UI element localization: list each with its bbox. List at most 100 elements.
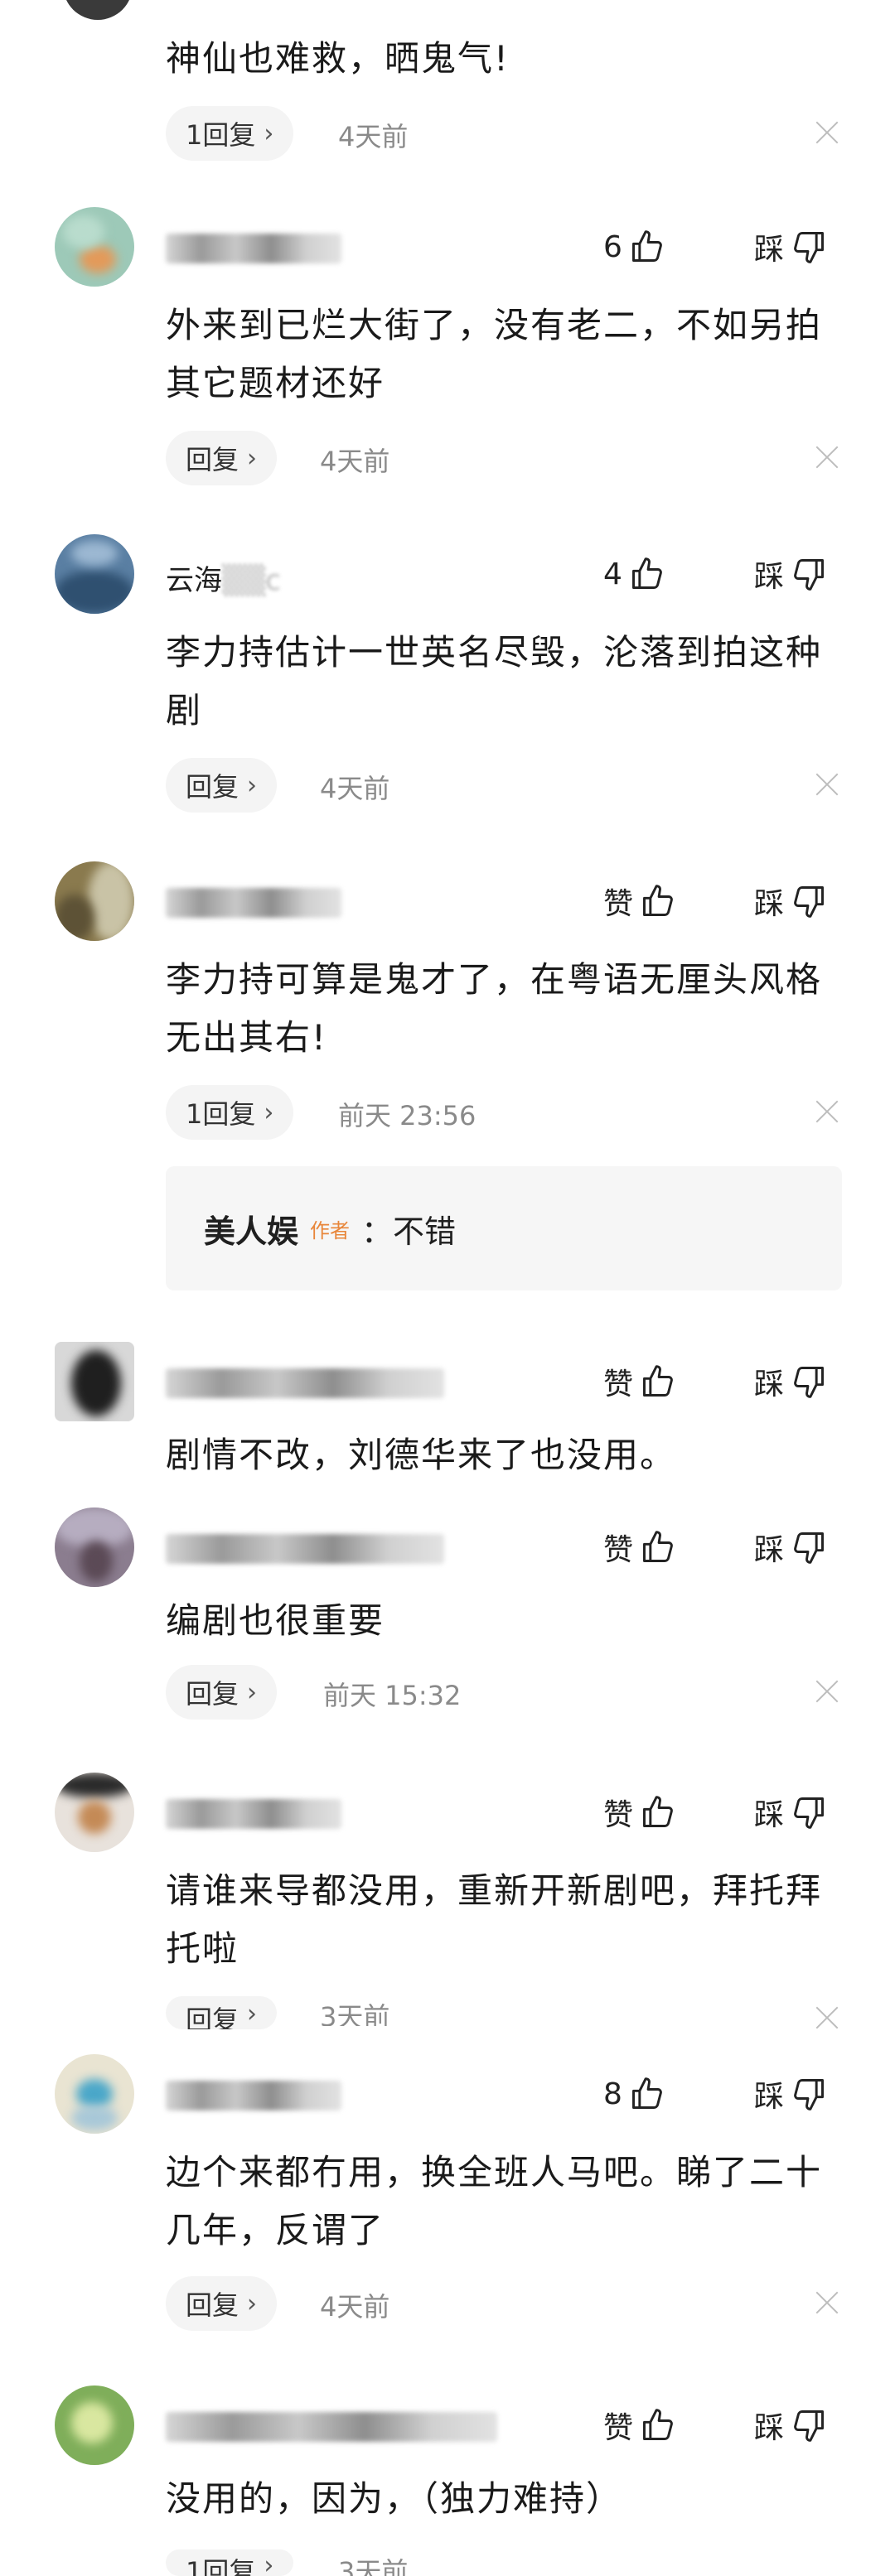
reply-label: 回复: [186, 444, 239, 475]
thumbs-down-icon: [791, 229, 827, 265]
thumbs-up-icon: [640, 1529, 676, 1565]
comment-text: 请谁来导都没用，重新开新剧吧，拜托拜托啦: [166, 1870, 823, 1969]
reply-button[interactable]: 回复 ›: [166, 431, 278, 485]
comment-time: 前天 15:32: [323, 1680, 462, 1711]
like-button[interactable]: 赞: [603, 880, 676, 923]
dislike-button[interactable]: 踩: [754, 880, 827, 923]
comment-time: 4天前: [320, 2291, 390, 2323]
dislike-button[interactable]: 踩: [754, 2072, 827, 2115]
like-button[interactable]: 4: [603, 552, 665, 596]
reply-label: 回复: [186, 2004, 239, 2029]
chevron-right-icon: ›: [264, 1097, 274, 1127]
chevron-right-icon: ›: [247, 443, 258, 473]
close-icon[interactable]: [810, 2001, 844, 2034]
dislike-label: 踩: [754, 233, 785, 267]
dislike-label: 踩: [754, 560, 785, 594]
thumbs-down-icon: [791, 2076, 827, 2112]
like-count: 赞: [603, 2411, 634, 2445]
comment-time: 4天前: [320, 773, 390, 804]
comment-text: 神仙也难救，晒鬼气!: [166, 38, 510, 79]
like-button[interactable]: 赞: [603, 1791, 676, 1834]
close-icon[interactable]: [810, 1095, 844, 1128]
avatar[interactable]: [55, 534, 134, 614]
dislike-button[interactable]: 踩: [754, 552, 827, 596]
reply-button[interactable]: 回复 ›: [166, 758, 278, 813]
like-count: 赞: [603, 1798, 634, 1832]
comment-time: 3天前: [338, 2556, 409, 2576]
username[interactable]: [166, 2081, 341, 2110]
thumbs-up-icon: [629, 556, 665, 592]
thumbs-up-icon: [640, 1363, 676, 1400]
avatar[interactable]: [55, 1773, 134, 1852]
like-button[interactable]: 8: [603, 2072, 665, 2115]
reply-label: 回复: [186, 1678, 239, 1710]
reply-count-label: 1回复: [186, 119, 256, 151]
chevron-right-icon: ›: [247, 2289, 258, 2318]
avatar[interactable]: [55, 1507, 134, 1587]
comment-time: 4天前: [320, 446, 390, 477]
avatar[interactable]: [55, 2054, 134, 2134]
reply-button[interactable]: 回复 ›: [166, 1996, 278, 2029]
thumbs-down-icon: [791, 1529, 827, 1565]
comment-text: 编剧也很重要: [166, 1600, 385, 1641]
like-count: 8: [603, 2077, 622, 2111]
reply-label: 回复: [186, 2289, 239, 2321]
dislike-label: 踩: [754, 1533, 785, 1567]
like-button[interactable]: 赞: [603, 1360, 676, 1403]
dislike-button[interactable]: 踩: [754, 225, 827, 268]
like-button[interactable]: 赞: [603, 2404, 676, 2447]
thumbs-down-icon: [791, 1794, 827, 1831]
reply-button[interactable]: 回复 ›: [166, 1665, 278, 1720]
dislike-button[interactable]: 踩: [754, 2404, 827, 2447]
reply-text: ：不错: [361, 1213, 457, 1250]
reply-count-label: 1回复: [186, 2556, 256, 2576]
avatar[interactable]: [63, 0, 133, 20]
reply-count-button[interactable]: 1回复 ›: [166, 106, 294, 161]
thumbs-up-icon: [629, 2076, 665, 2112]
like-count: 赞: [603, 1533, 634, 1567]
chevron-right-icon: ›: [264, 118, 274, 148]
like-count: 6: [603, 229, 622, 264]
like-button[interactable]: 赞: [603, 1526, 676, 1569]
close-icon[interactable]: [810, 441, 844, 474]
username[interactable]: [166, 888, 341, 918]
username[interactable]: [166, 1799, 341, 1829]
close-icon[interactable]: [810, 2286, 844, 2319]
close-icon[interactable]: [810, 768, 844, 801]
reply-count-label: 1回复: [186, 1098, 256, 1130]
username[interactable]: 云海▒▒c: [166, 557, 281, 598]
thumbs-down-icon: [791, 883, 827, 919]
username[interactable]: [166, 1534, 444, 1564]
dislike-button[interactable]: 踩: [754, 1360, 827, 1403]
dislike-button[interactable]: 踩: [754, 1526, 827, 1569]
comment-text: 李力持估计一世英名尽毁，沦落到拍这种剧: [166, 632, 823, 731]
comment-time: 3天前: [320, 2001, 390, 2026]
username[interactable]: [166, 1368, 444, 1398]
thumbs-up-icon: [640, 883, 676, 919]
close-icon[interactable]: [810, 1675, 844, 1708]
username[interactable]: [166, 234, 341, 263]
dislike-label: 踩: [754, 2080, 785, 2114]
avatar[interactable]: [55, 207, 134, 287]
reply-count-button[interactable]: 1回复 ›: [166, 2549, 294, 2576]
comment-text: 李力持可算是鬼才了，在粤语无厘头风格无出其右!: [166, 959, 823, 1058]
comment-text: 外来到已烂大街了，没有老二，不如另拍其它题材还好: [166, 305, 823, 403]
reply-button[interactable]: 回复 ›: [166, 2276, 278, 2331]
reply-label: 回复: [186, 771, 239, 803]
chevron-right-icon: ›: [264, 2551, 274, 2576]
reply-author-name[interactable]: 美人娱: [204, 1206, 298, 1252]
avatar[interactable]: [55, 2385, 134, 2465]
close-icon[interactable]: [810, 116, 844, 149]
dislike-label: 踩: [754, 2411, 785, 2445]
dislike-button[interactable]: 踩: [754, 1791, 827, 1834]
comment-time: 4天前: [338, 121, 409, 152]
reply-count-button[interactable]: 1回复 ›: [166, 1085, 294, 1140]
like-button[interactable]: 6: [603, 225, 665, 268]
username[interactable]: [166, 2412, 497, 2442]
author-reply[interactable]: 美人娱 作者 ：不错: [166, 1166, 842, 1290]
like-count: 赞: [603, 887, 634, 921]
avatar[interactable]: [55, 861, 134, 941]
thumbs-up-icon: [640, 1794, 676, 1831]
thumbs-down-icon: [791, 2407, 827, 2443]
avatar[interactable]: [55, 1342, 134, 1421]
